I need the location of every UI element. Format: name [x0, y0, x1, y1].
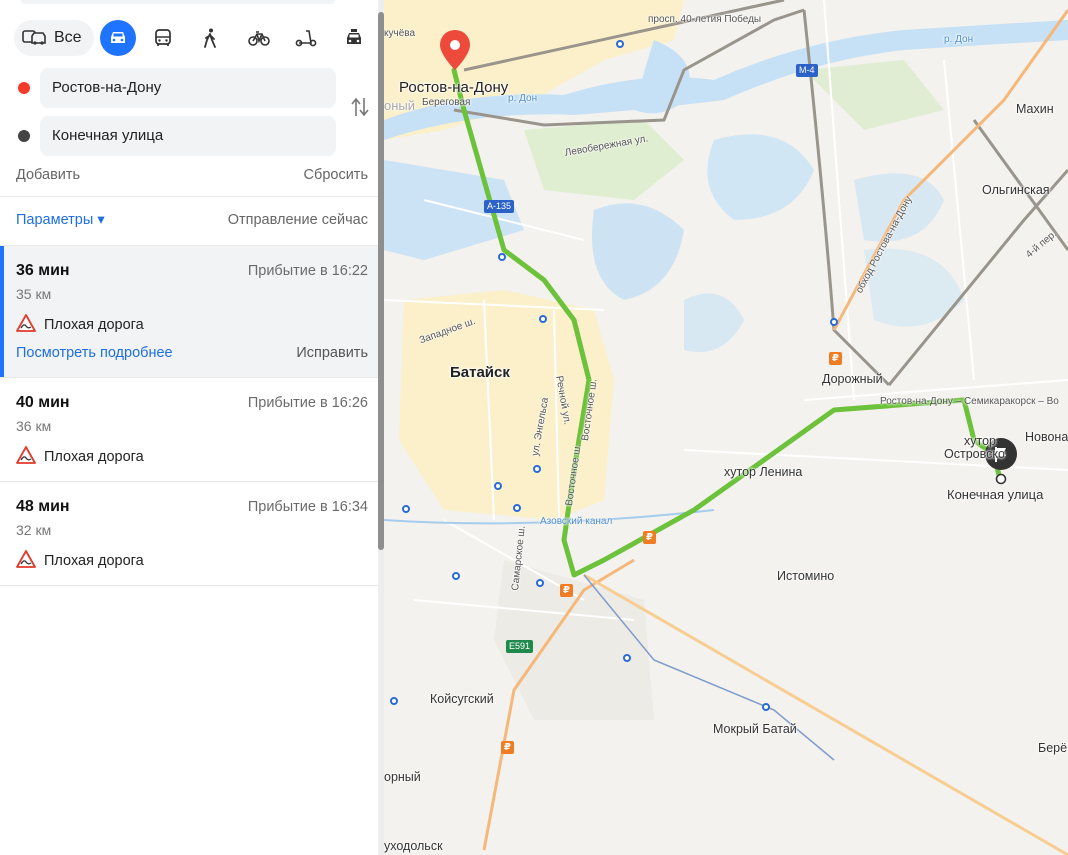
label-river-don: р. Дон: [508, 93, 538, 104]
transit-stop-icon[interactable]: [539, 315, 547, 323]
bad-road-warning-icon: [16, 550, 36, 572]
label-dorozhny: Дорожный: [822, 372, 883, 386]
mode-bike-button[interactable]: [241, 20, 277, 56]
route-warning: Плохая дорога: [16, 550, 144, 572]
transit-stop-icon[interactable]: [623, 654, 631, 662]
route-duration: 40 мин: [16, 394, 70, 411]
search-field-top-edge: [20, 0, 336, 4]
label-beregovaya: Береговая: [422, 97, 471, 108]
mode-walk-button[interactable]: [192, 20, 228, 56]
transit-stop-icon[interactable]: [536, 579, 544, 587]
label-koysugsky: Койсугский: [430, 692, 494, 706]
route-warning-text: Плохая дорога: [44, 449, 144, 465]
label-ukhodolsk: уходольск: [384, 839, 443, 853]
toll-road-icon: ₽: [829, 352, 842, 365]
label-rostov-semikar: Ростов-на-Дону – Семикаракорск – Во: [880, 396, 1059, 407]
divider: [0, 196, 378, 197]
bicycle-icon: [248, 30, 270, 46]
mode-scooter-button[interactable]: [288, 20, 324, 56]
transit-stop-icon[interactable]: [513, 504, 521, 512]
mode-car-button[interactable]: [100, 20, 136, 56]
road-shield-a135: А-135: [484, 200, 515, 213]
bus-icon: [154, 29, 172, 47]
add-point-link[interactable]: Добавить: [16, 167, 80, 183]
transit-stop-icon[interactable]: [533, 465, 541, 473]
route-duration: 48 мин: [16, 498, 70, 515]
route-duration: 36 мин: [16, 262, 70, 279]
route-details-link[interactable]: Посмотреть подробнее: [16, 345, 173, 361]
parameters-dropdown[interactable]: Параметры ▾: [16, 212, 105, 228]
route-distance: 36 км: [16, 418, 52, 434]
label-istomino: Истомино: [777, 569, 835, 583]
road-shield-e591: Е591: [506, 640, 534, 653]
origin-dot: [18, 82, 30, 94]
transit-stop-icon[interactable]: [390, 697, 398, 705]
reset-link[interactable]: Сбросить: [304, 167, 368, 183]
route-warning-text: Плохая дорога: [44, 553, 144, 569]
swap-arrows-icon: [350, 97, 370, 122]
transit-stop-icon[interactable]: [498, 253, 506, 261]
divider: [0, 585, 378, 586]
route-panel: Все Ростов-на-Дону Конечная улица Добави…: [0, 0, 378, 855]
transit-stop-icon[interactable]: [494, 482, 502, 490]
label-rostov-cut: оный: [384, 98, 416, 113]
swap-points-button[interactable]: [350, 96, 372, 122]
mode-all-label: Все: [54, 29, 82, 46]
transit-stop-icon[interactable]: [616, 40, 624, 48]
car-bus-icon: [22, 28, 48, 48]
route-distance: 32 км: [16, 522, 52, 538]
route-distance: 35 км: [16, 286, 52, 302]
label-orny: орный: [384, 770, 421, 784]
label-destination: Конечная улица: [947, 487, 1044, 502]
label-khutor-lenina: хутор Ленина: [724, 465, 803, 479]
taxi-icon: [344, 29, 364, 47]
car-icon: [108, 30, 128, 46]
label-bataysk: Батайск: [450, 364, 510, 381]
label-rostov: Ростов-на-Дону: [399, 79, 509, 96]
origin-field[interactable]: Ростов-на-Дону: [40, 68, 336, 108]
label-chucheva: кучёва: [384, 28, 416, 39]
route-arrival: Прибытие в 16:26: [247, 395, 368, 411]
route-arrival: Прибытие в 16:34: [247, 499, 368, 515]
transit-stop-icon[interactable]: [452, 572, 460, 580]
label-novona: Новона: [1025, 430, 1068, 444]
transit-stop-icon[interactable]: [762, 703, 770, 711]
transit-stop-icon[interactable]: [402, 505, 410, 513]
mode-taxi-button[interactable]: [336, 20, 372, 56]
label-olginskaya: Ольгинская: [982, 183, 1050, 197]
mode-bus-button[interactable]: [145, 20, 181, 56]
label-khutor: хутор: [964, 434, 996, 448]
map-view[interactable]: Ростов-на-Дону оный Батайск Ольгинская М…: [384, 0, 1068, 855]
destination-field[interactable]: Конечная улица: [40, 116, 336, 156]
route-fix-link[interactable]: Исправить: [296, 345, 368, 361]
origin-pin-icon[interactable]: [440, 30, 470, 75]
label-river-don-2: р. Дон: [944, 34, 974, 45]
label-azov-canal: Азовский канал: [540, 516, 613, 527]
bad-road-warning-icon: [16, 446, 36, 468]
bad-road-warning-icon: [16, 314, 36, 336]
label-mokry-batay: Мокрый Батай: [713, 722, 797, 736]
route-warning: Плохая дорога: [16, 446, 144, 468]
mode-all-button[interactable]: Все: [14, 20, 94, 56]
route-warning: Плохая дорога: [16, 314, 144, 336]
label-prosp: просп. 40-летия Победы: [648, 14, 762, 25]
route-warning-text: Плохая дорога: [44, 317, 144, 333]
label-makhin: Махин: [1016, 102, 1054, 116]
route-option-1[interactable]: 36 мин Прибытие в 16:22 35 км Плохая дор…: [0, 246, 378, 377]
scooter-icon: [295, 29, 317, 47]
transit-stop-icon[interactable]: [830, 318, 838, 326]
route-option-3[interactable]: 48 мин Прибытие в 16:34 32 км Плохая дор…: [0, 482, 378, 585]
road-shield-m4: М-4: [796, 64, 818, 77]
destination-dot: [18, 130, 30, 142]
route-arrival: Прибытие в 16:22: [247, 263, 368, 279]
toll-road-icon: ₽: [643, 531, 656, 544]
departure-time-selector[interactable]: Отправление сейчас: [228, 212, 368, 228]
route-option-2[interactable]: 40 мин Прибытие в 16:26 36 км Плохая дор…: [0, 378, 378, 481]
toll-road-icon: ₽: [501, 741, 514, 754]
transport-mode-bar: Все: [14, 20, 361, 56]
walk-icon: [202, 28, 218, 48]
label-ostrovsky: Островско: [944, 447, 1005, 461]
toll-road-icon: ₽: [560, 584, 573, 597]
label-berez: Берё: [1038, 741, 1068, 755]
